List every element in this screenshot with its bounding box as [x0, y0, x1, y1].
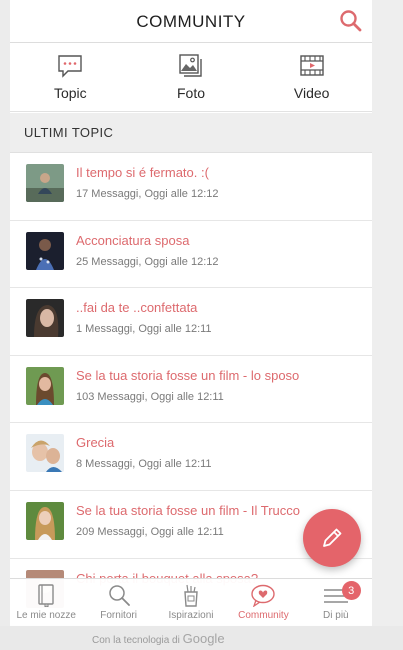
category-label: Topic: [53, 85, 87, 101]
topic-avatar: [26, 501, 64, 540]
search-icon: [340, 10, 362, 32]
topic-row[interactable]: Il tempo si é fermato. :( 17 Messaggi, O…: [10, 153, 372, 221]
new-topic-button[interactable]: [303, 509, 361, 567]
tab-label: Ispirazioni: [168, 610, 214, 621]
search-button[interactable]: [338, 8, 364, 34]
google-logo-text: Google: [182, 631, 225, 646]
tab-community[interactable]: Community: [227, 579, 299, 626]
bottom-tab-bar: Le mie nozze Fornitori Ispirazioni Commu…: [10, 578, 372, 626]
topic-meta: 209 Messaggi, Oggi alle 12:11: [76, 525, 224, 538]
book-icon: [38, 584, 54, 607]
topic-avatar: [26, 231, 64, 270]
topic-avatar: [26, 434, 64, 473]
topic-meta: 103 Messaggi, Oggi alle 12:11: [76, 390, 224, 403]
ideas-icon: [184, 584, 198, 607]
topic-title: Se la tua storia fosse un film - lo spos…: [76, 367, 300, 383]
section-header: ULTIMI TOPIC: [10, 113, 372, 153]
category-bar: Topic Foto Video: [10, 44, 372, 112]
category-video[interactable]: Video: [251, 44, 372, 111]
topic-row[interactable]: Grecia 8 Messaggi, Oggi alle 12:11: [10, 423, 372, 491]
powered-by-text: Con la tecnologia di: [92, 635, 180, 646]
topic-meta: 25 Messaggi, Oggi alle 12:12: [76, 255, 219, 268]
background-footer: Con la tecnologia di Google: [0, 626, 403, 650]
tab-ispirazioni[interactable]: Ispirazioni: [155, 579, 227, 626]
topic-title: Acconciatura sposa: [76, 232, 190, 248]
tab-di-piu[interactable]: Di più 3: [300, 579, 372, 626]
tab-le-mie-nozze[interactable]: Le mie nozze: [10, 579, 82, 626]
topic-meta: 1 Messaggi, Oggi alle 12:11: [76, 323, 212, 336]
chat-bubble-icon: [58, 55, 83, 78]
tab-label: Di più: [323, 610, 349, 621]
community-screen: COMMUNITY Topic Foto Video ULTIMI TOPIC …: [10, 0, 372, 626]
topic-title: Grecia: [76, 435, 115, 451]
topic-title: Il tempo si é fermato. :(: [76, 165, 209, 180]
search-icon: [108, 585, 130, 606]
topic-avatar: [26, 366, 64, 405]
category-label: Foto: [177, 85, 206, 101]
topic-title: ..fai da te ..confettata: [76, 300, 198, 316]
section-title: ULTIMI TOPIC: [24, 125, 114, 140]
topic-row[interactable]: Se la tua storia fosse un film - lo spos…: [10, 355, 372, 424]
topic-meta: 8 Messaggi, Oggi alle 12:11: [76, 458, 212, 471]
photos-icon: [179, 54, 202, 77]
tab-label: Community: [238, 610, 289, 621]
powered-by-google: Con la tecnologia di Google: [92, 631, 225, 646]
tab-label: Le mie nozze: [16, 610, 76, 621]
tab-label: Fornitori: [100, 610, 137, 621]
film-icon: [299, 55, 324, 76]
category-label: Video: [293, 85, 330, 101]
topic-avatar: [26, 164, 64, 202]
category-topic[interactable]: Topic: [10, 44, 131, 111]
topic-row[interactable]: ..fai da te ..confettata 1 Messaggi, Ogg…: [10, 288, 372, 356]
topic-avatar: [26, 299, 64, 338]
topic-meta: 17 Messaggi, Oggi alle 12:12: [76, 188, 219, 200]
app-header: COMMUNITY: [10, 0, 372, 43]
pencil-icon: [323, 528, 342, 547]
page-title: COMMUNITY: [136, 12, 246, 31]
background-page: [0, 0, 10, 626]
background-page-right: [372, 0, 403, 650]
topic-row[interactable]: Acconciatura sposa 25 Messaggi, Oggi all…: [10, 220, 372, 289]
category-foto[interactable]: Foto: [131, 44, 252, 111]
heart-chat-icon: [251, 584, 276, 607]
notification-badge: 3: [341, 581, 361, 600]
tab-fornitori[interactable]: Fornitori: [82, 579, 154, 626]
